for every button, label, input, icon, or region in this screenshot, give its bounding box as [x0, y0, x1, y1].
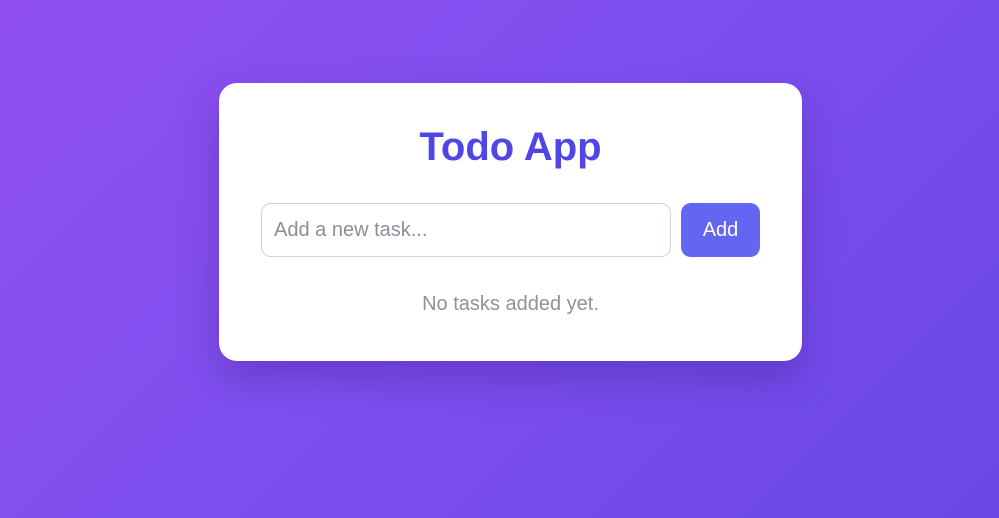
add-task-button[interactable]: Add — [681, 203, 760, 257]
empty-state-message: No tasks added yet. — [422, 293, 599, 315]
todo-card: Todo App Add No tasks added yet. — [219, 83, 802, 361]
new-task-input[interactable] — [261, 203, 671, 257]
page-title: Todo App — [419, 125, 602, 169]
